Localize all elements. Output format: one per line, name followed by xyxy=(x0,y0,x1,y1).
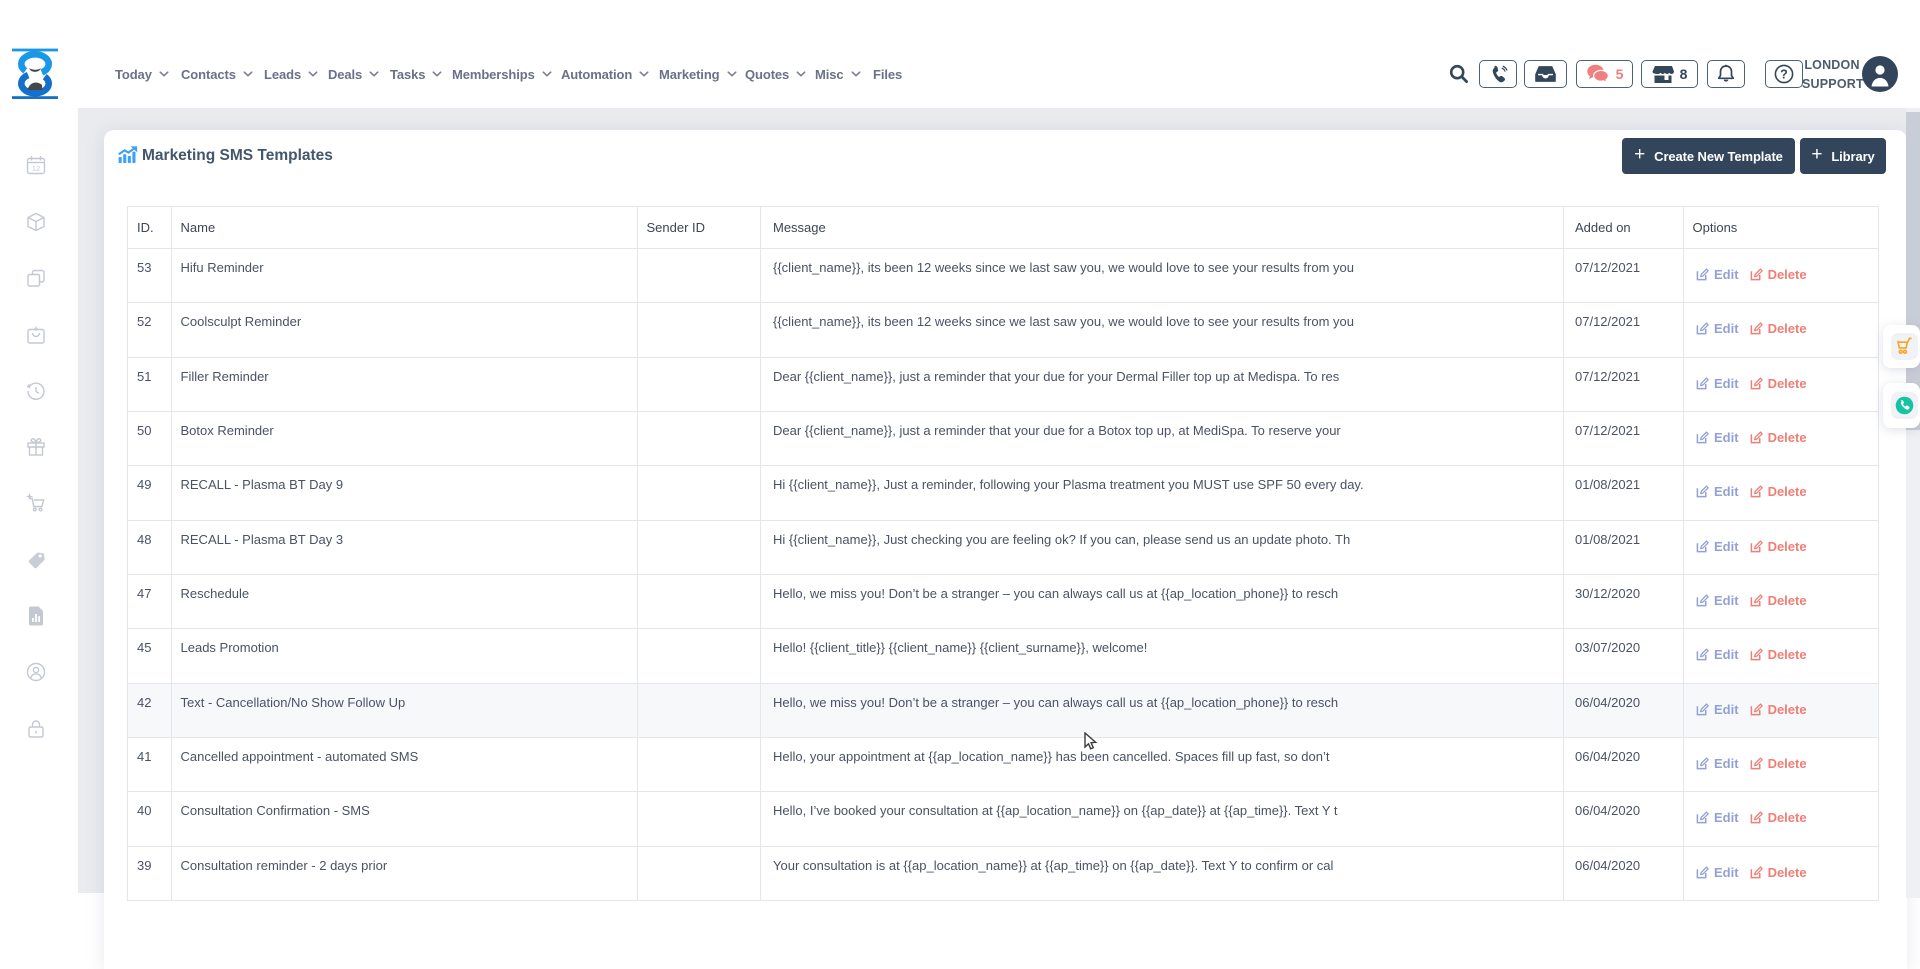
svg-text:?: ? xyxy=(1780,67,1788,81)
svg-text:12: 12 xyxy=(32,164,40,173)
